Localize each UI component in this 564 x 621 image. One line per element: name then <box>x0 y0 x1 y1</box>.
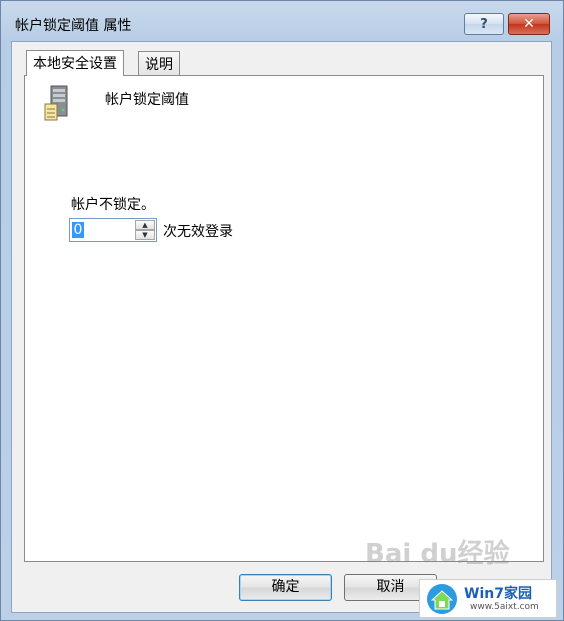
lockout-setting-label: 帐户不锁定。 <box>71 197 155 213</box>
baidu-watermark: Bai du经验 <box>365 539 510 569</box>
tab-explain[interactable]: 说明 <box>138 51 180 75</box>
dialog-client-area: 本地安全设置 说明 帐户锁定阈值 帐户不锁定。 0 ▲ ▼ 次无效登录 确定 取… <box>11 41 552 613</box>
stepper-value[interactable]: 0 <box>72 222 84 238</box>
title-bar[interactable]: 帐户锁定阈值 属性 ? ✕ <box>1 1 563 41</box>
attempts-suffix-label: 次无效登录 <box>163 224 233 240</box>
help-button[interactable]: ? <box>464 13 504 35</box>
win7-site-badge: Win7家园 www.5aixt.com <box>419 579 557 618</box>
close-icon: ✕ <box>523 16 535 32</box>
tab-local-security-setting[interactable]: 本地安全设置 <box>26 50 124 76</box>
help-icon: ? <box>480 16 488 32</box>
chevron-down-icon: ▼ <box>142 231 148 239</box>
badge-url: www.5aixt.com <box>470 602 539 612</box>
server-icon <box>44 85 68 121</box>
chevron-up-icon: ▲ <box>142 221 148 229</box>
policy-name: 帐户锁定阈值 <box>105 92 189 108</box>
tab-label: 本地安全设置 <box>33 56 117 72</box>
ok-button[interactable]: 确定 <box>239 574 332 601</box>
house-logo-icon <box>427 584 457 614</box>
tab-label: 说明 <box>145 57 173 73</box>
tab-panel: 帐户锁定阈值 帐户不锁定。 0 ▲ ▼ 次无效登录 <box>24 75 544 562</box>
invalid-logon-attempts-stepper[interactable]: 0 ▲ ▼ <box>69 218 157 242</box>
decrement-button[interactable]: ▼ <box>135 230 155 240</box>
close-button[interactable]: ✕ <box>508 13 550 35</box>
window-title: 帐户锁定阈值 属性 <box>15 18 132 34</box>
properties-window: 帐户锁定阈值 属性 ? ✕ 本地安全设置 说明 帐户锁定阈值 帐户不锁定。 0 … <box>0 0 564 621</box>
increment-button[interactable]: ▲ <box>135 220 155 230</box>
badge-title: Win7家园 <box>464 586 532 602</box>
